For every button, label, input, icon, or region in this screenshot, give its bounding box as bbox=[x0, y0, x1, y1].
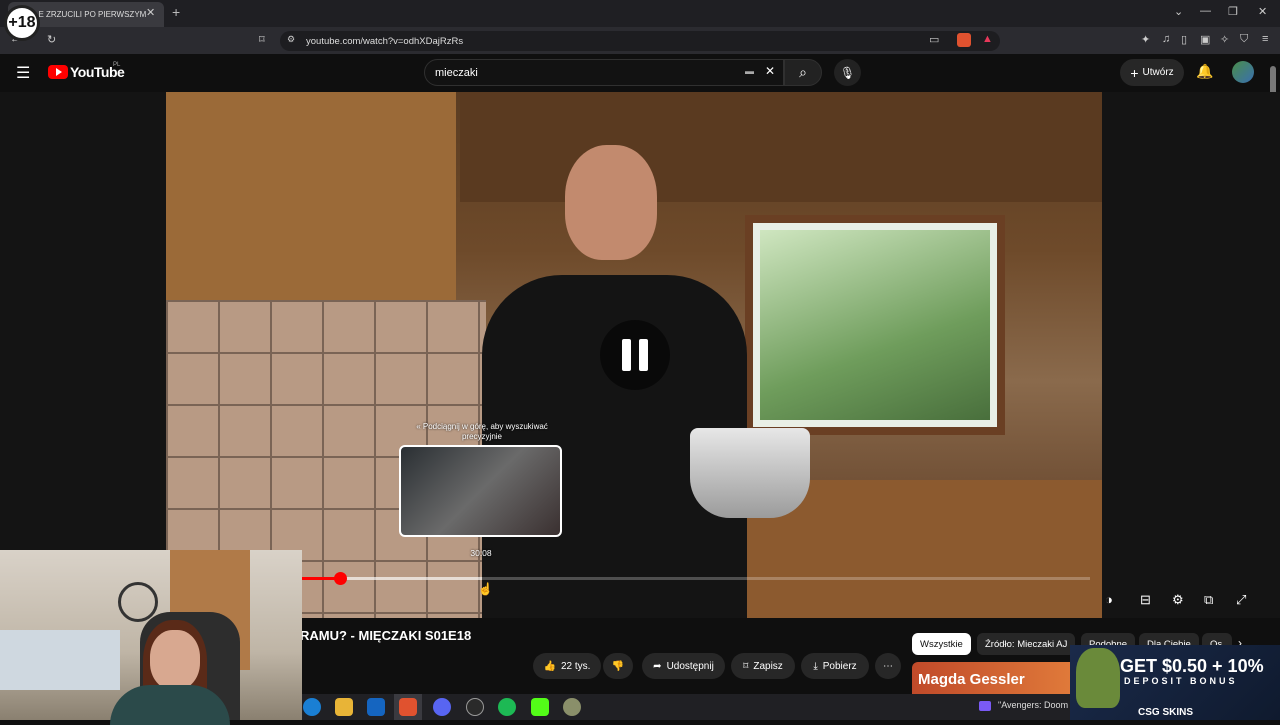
leo-icon[interactable]: ✧ bbox=[1220, 33, 1229, 46]
wallet-icon[interactable]: ▣ bbox=[1200, 33, 1210, 46]
new-tab-icon[interactable]: + bbox=[172, 4, 180, 20]
explorer-folder-icon[interactable] bbox=[335, 698, 353, 716]
ad-brand: CSG SKINS bbox=[1138, 707, 1194, 718]
chip-all[interactable]: Wszystkie bbox=[912, 633, 971, 655]
ad-subline: DEPOSIT BONUS bbox=[1124, 676, 1238, 686]
minimize-icon[interactable]: — bbox=[1200, 5, 1211, 17]
more-icon: ⋯ bbox=[883, 660, 893, 672]
sidebar-icon[interactable]: ▯ bbox=[1181, 33, 1187, 46]
settings-gear-icon[interactable]: ⚙ bbox=[1172, 592, 1184, 608]
thumbs-up-icon: 👍 bbox=[543, 660, 556, 672]
pull-hint-text: Podciągnij w górę, aby wyszukiwać precyz… bbox=[422, 422, 548, 441]
notifications-bell-icon[interactable]: 🔔 bbox=[1196, 63, 1213, 80]
miniplayer-icon[interactable]: ⧉ bbox=[1204, 592, 1213, 608]
save-icon: ⌑ bbox=[743, 660, 749, 672]
plus-icon: + bbox=[1130, 64, 1139, 81]
spotify-icon[interactable] bbox=[498, 698, 516, 716]
search-input[interactable]: mieczaki ▬ ✕ bbox=[424, 59, 784, 86]
mail-icon[interactable] bbox=[367, 698, 385, 716]
progress-scrubber[interactable] bbox=[333, 572, 347, 585]
browser-tab-bar bbox=[0, 0, 1280, 27]
share-icon: ➦ bbox=[653, 660, 662, 672]
edge-icon[interactable] bbox=[303, 698, 321, 716]
save-label: Zapisz bbox=[753, 660, 783, 672]
search-icon: ⌕ bbox=[799, 64, 807, 80]
reload-icon[interactable]: ↻ bbox=[47, 33, 56, 46]
voice-search-button[interactable]: 🎙 bbox=[834, 59, 861, 86]
url-text: youtube.com/watch?v=odhXDajRzRs bbox=[306, 35, 464, 47]
share-label: Udostępnij bbox=[666, 660, 714, 672]
like-button[interactable]: 👍 22 tys. bbox=[533, 653, 601, 679]
webcam-person-shirt bbox=[110, 685, 230, 725]
restore-icon[interactable]: ❐ bbox=[1228, 5, 1238, 18]
menu-icon[interactable]: ≡ bbox=[1262, 33, 1268, 45]
obs-icon[interactable] bbox=[466, 698, 484, 716]
extensions-icon[interactable]: ✦ bbox=[1141, 33, 1150, 46]
now-playing-icon bbox=[979, 701, 991, 711]
tab-close-icon[interactable]: ✕ bbox=[146, 6, 155, 19]
now-playing-text[interactable]: "Avengers: Doom bbox=[998, 700, 1068, 710]
window-close-icon[interactable]: ✕ bbox=[1258, 5, 1267, 18]
create-button[interactable]: + Utwórz bbox=[1120, 59, 1184, 86]
cast-icon[interactable]: ▭ bbox=[929, 33, 939, 46]
search-value: mieczaki bbox=[435, 66, 478, 79]
dislike-button[interactable]: 👎 bbox=[603, 653, 633, 679]
webcam-person-face bbox=[150, 630, 200, 690]
site-info-icon[interactable]: ⚙ bbox=[287, 34, 295, 45]
share-button[interactable]: ➦ Udostępnij bbox=[642, 653, 725, 679]
related-video-thumbnail[interactable]: Magda Gessler bbox=[912, 662, 1072, 697]
media-icon[interactable]: ♫ bbox=[1162, 33, 1170, 45]
brave-rewards-icon[interactable]: ▲ bbox=[982, 33, 993, 45]
pause-button[interactable] bbox=[600, 320, 670, 390]
youtube-logo-icon[interactable] bbox=[48, 65, 68, 79]
save-button[interactable]: ⌑ Zapisz bbox=[731, 653, 795, 679]
address-bar[interactable]: youtube.com/watch?v=odhXDajRzRs bbox=[280, 31, 1000, 51]
thumbs-down-icon: 👎 bbox=[611, 660, 625, 672]
search-button[interactable]: ⌕ bbox=[784, 59, 822, 86]
vpn-icon[interactable]: ⛉ bbox=[1240, 33, 1248, 46]
ad-headline: GET $0.50 + 10% bbox=[1120, 656, 1264, 676]
download-icon: ⤓ bbox=[813, 660, 818, 672]
download-label: Pobierz bbox=[822, 660, 857, 672]
thumbnail-text: Magda Gessler bbox=[918, 671, 1025, 688]
clear-search-icon[interactable]: ✕ bbox=[765, 64, 775, 78]
download-button[interactable]: ⤓ Pobierz bbox=[801, 653, 869, 679]
region-code: PL bbox=[113, 62, 121, 68]
pause-icon-bar bbox=[639, 339, 648, 371]
video-title: RAMU? - MIĘCZAKI S01E18 bbox=[300, 628, 472, 643]
create-label: Utwórz bbox=[1142, 67, 1174, 78]
like-count: 22 tys. bbox=[560, 660, 591, 672]
brave-shield-icon[interactable] bbox=[957, 33, 971, 47]
keyboard-icon[interactable]: ▬ bbox=[745, 66, 754, 76]
discord-icon[interactable] bbox=[433, 698, 451, 716]
video-window-view bbox=[760, 230, 990, 420]
tab-title: ŁE ZRZUCILI PO PIERWSZYM bbox=[34, 10, 147, 19]
webcam-fan bbox=[118, 582, 158, 622]
mouse-cursor-icon: ☝ bbox=[478, 582, 493, 596]
chip-source[interactable]: Źródło: Mieczaki AJ bbox=[977, 633, 1076, 655]
app-icon[interactable] bbox=[563, 698, 581, 716]
video-cabinet bbox=[166, 92, 456, 302]
account-avatar[interactable] bbox=[1232, 61, 1254, 83]
webcam-bed bbox=[0, 630, 120, 690]
seek-pull-hint: « Podciągnij w górę, aby wyszukiwać prec… bbox=[416, 422, 548, 441]
autoplay-toggle[interactable]: ◑ bbox=[1105, 592, 1113, 607]
more-actions-button[interactable]: ⋯ bbox=[875, 653, 901, 679]
tab-list-icon[interactable]: ⌄ bbox=[1174, 5, 1183, 18]
age-rating-badge: +18 bbox=[4, 5, 40, 41]
seek-preview-time: 30:08 bbox=[470, 548, 492, 558]
kick-icon[interactable] bbox=[531, 698, 549, 716]
seek-preview-thumbnail bbox=[399, 445, 562, 537]
guide-menu-icon[interactable]: ☰ bbox=[16, 63, 30, 83]
video-ceiling bbox=[460, 92, 1102, 202]
mic-icon: 🎙 bbox=[839, 65, 856, 80]
fullscreen-icon[interactable]: ⤢ bbox=[1236, 592, 1246, 608]
ad-mascot bbox=[1076, 648, 1120, 708]
bookmark-icon[interactable]: ⌑ bbox=[259, 33, 265, 46]
subtitles-icon[interactable]: ⊟ bbox=[1140, 592, 1151, 608]
video-person-head bbox=[565, 145, 657, 260]
pause-icon bbox=[622, 339, 631, 371]
brave-icon[interactable] bbox=[399, 698, 417, 716]
video-pot bbox=[690, 428, 810, 518]
